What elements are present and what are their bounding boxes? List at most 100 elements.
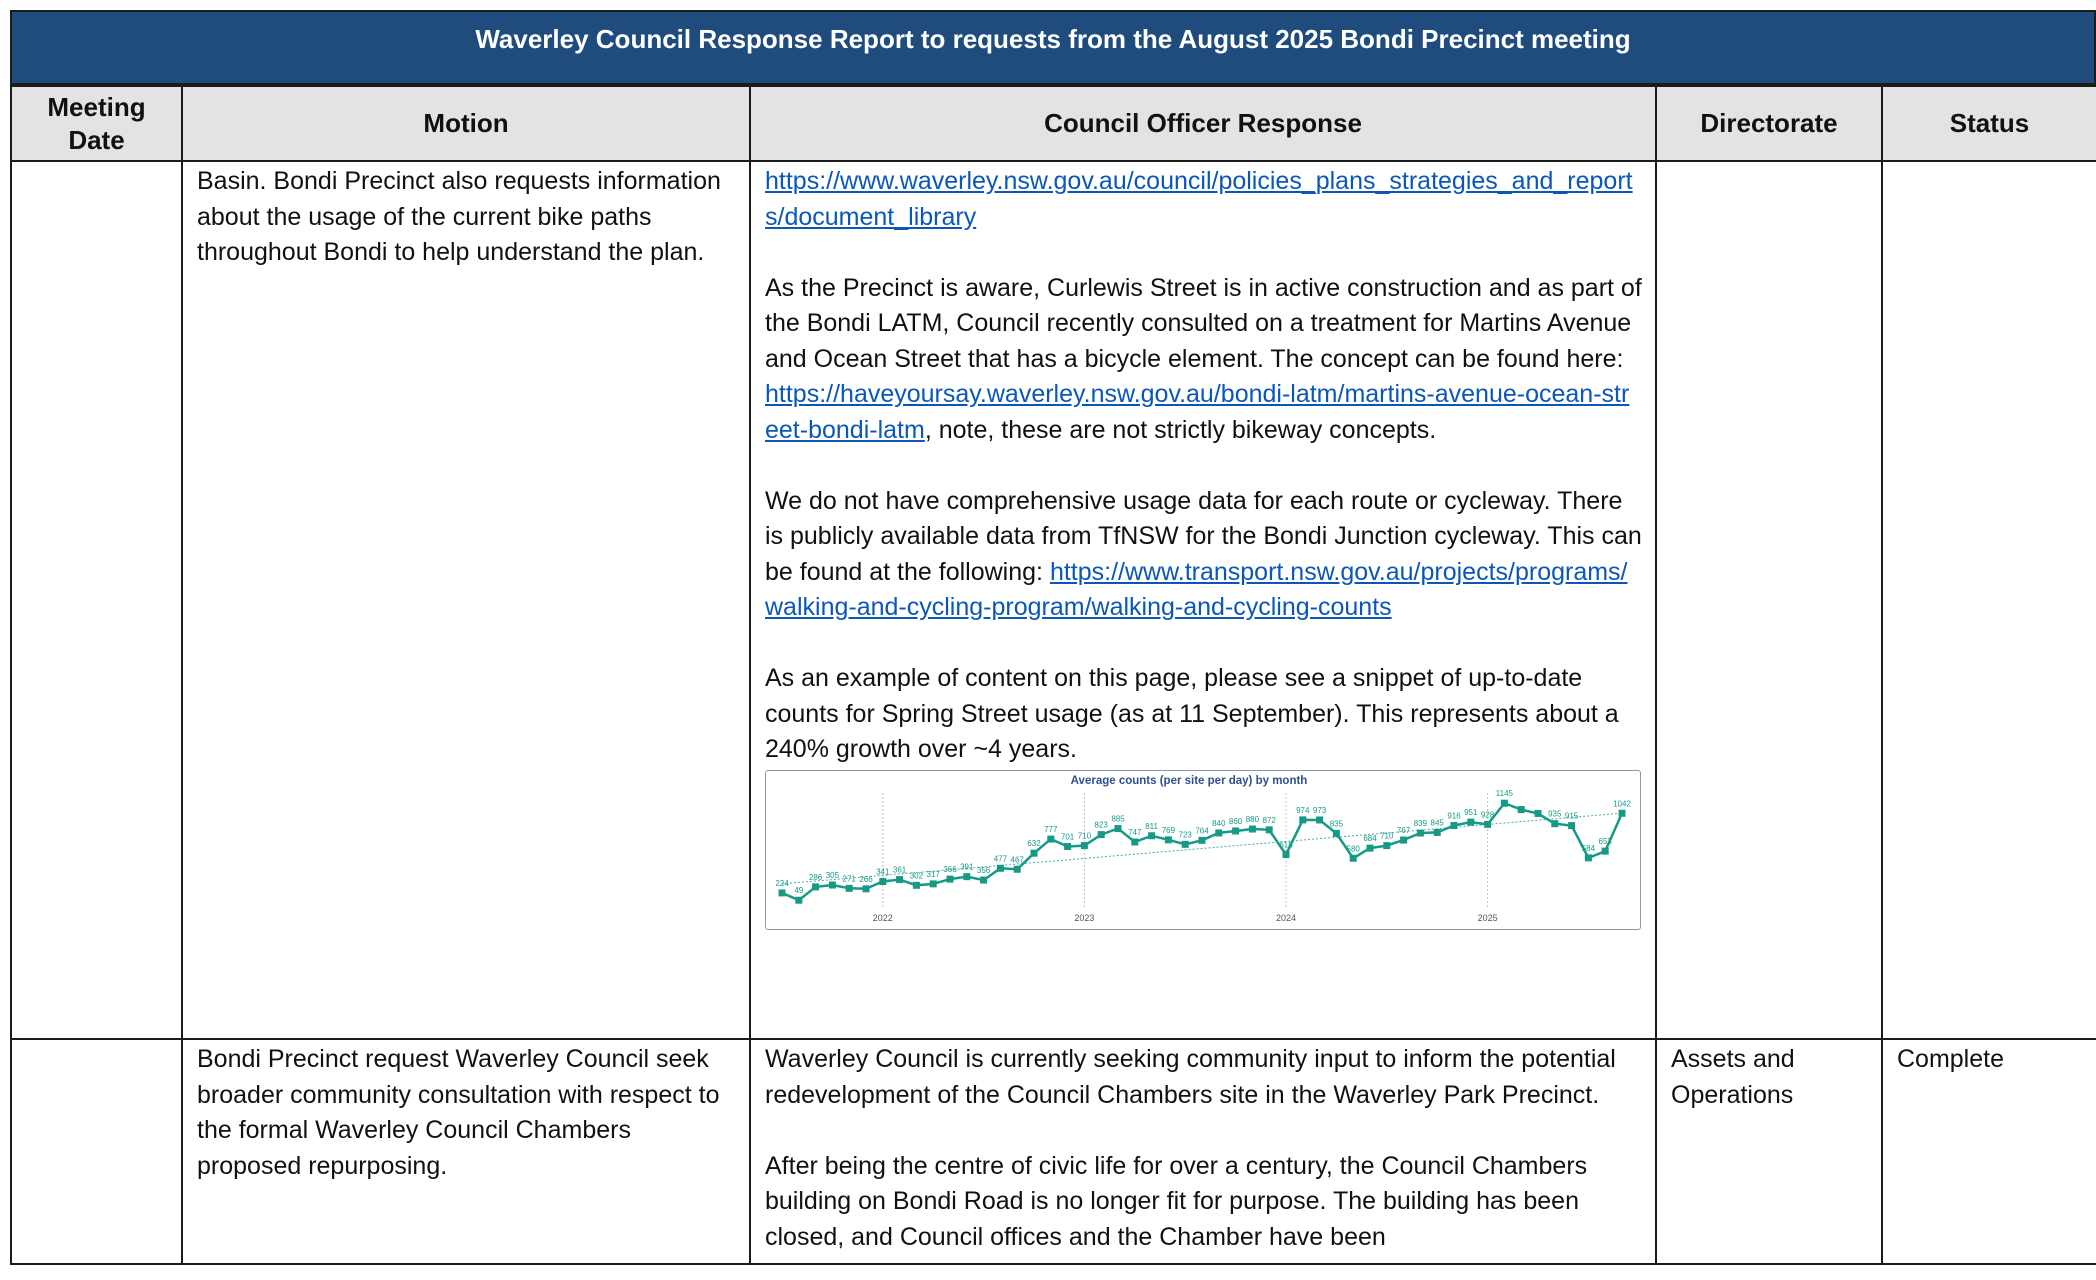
chart-data-label: 618 <box>1279 840 1293 849</box>
table-row: Bondi Precinct request Waverley Council … <box>10 1038 2096 1265</box>
chart-x-tick-label: 2023 <box>1074 913 1094 923</box>
chart-data-label: 302 <box>910 871 924 880</box>
chart-data-point <box>1383 841 1391 849</box>
chart-data-point <box>1064 842 1072 850</box>
chart-data-point <box>1215 828 1223 836</box>
chart-data-label: 974 <box>1296 805 1310 814</box>
meeting-date-cell <box>10 160 183 1040</box>
chart-data-point <box>996 864 1004 872</box>
chart-data-label: 915 <box>1565 811 1579 820</box>
chart-data-point <box>1618 809 1626 817</box>
chart-title: Average counts (per site per day) by mon… <box>1071 775 1308 787</box>
motion-text: Basin. Bondi Precinct also requests info… <box>197 167 721 266</box>
chart-x-tick-label: 2025 <box>1478 913 1498 923</box>
council-officer-response-cell: Waverley Council is currently seeking co… <box>749 1038 1657 1265</box>
chart-data-label: 653 <box>1599 837 1613 846</box>
chart-data-label: 224 <box>775 878 789 887</box>
chart-data-label: 777 <box>1044 825 1058 834</box>
motion-cell: Basin. Bondi Precinct also requests info… <box>181 160 751 1040</box>
chart-data-point <box>1299 815 1307 823</box>
chart-data-point <box>896 875 904 883</box>
chart-data-point <box>812 882 820 890</box>
chart-data-label: 823 <box>1095 820 1109 829</box>
chart-data-label: 811 <box>1145 821 1158 830</box>
chart-data-point <box>946 875 954 883</box>
document-library-link[interactable]: https://www.waverley.nsw.gov.au/council/… <box>765 167 1633 231</box>
chart-data-point <box>1248 825 1256 833</box>
report-title: Waverley Council Response Report to requ… <box>475 24 1631 54</box>
chart-data-label: 839 <box>1414 819 1428 828</box>
chart-data-point <box>1450 821 1458 829</box>
chart-data-point <box>1013 865 1021 873</box>
response-paragraph-tail: , note, these are not strictly bikeway c… <box>924 415 1437 444</box>
chart-data-point <box>1349 854 1357 862</box>
chart-data-point <box>1568 821 1576 829</box>
chart-data-label: 317 <box>927 869 941 878</box>
chart-data-point <box>828 881 836 889</box>
column-header-meeting-date: Meeting Date <box>10 85 183 162</box>
chart-data-label: 973 <box>1313 805 1327 814</box>
chart-data-label: 305 <box>826 871 840 880</box>
chart-data-point <box>1416 829 1424 837</box>
chart-data-point <box>1148 831 1156 839</box>
chart-data-point <box>1500 799 1508 807</box>
chart-data-point <box>845 884 853 892</box>
chart-data-point <box>929 879 937 887</box>
report-title-banner: Waverley Council Response Report to requ… <box>10 10 2096 85</box>
chart-data-point <box>1114 824 1122 832</box>
chart-data-label: 286 <box>809 872 823 881</box>
chart-data-point <box>1030 849 1038 857</box>
response-paragraph: As an example of content on this page, p… <box>765 664 1619 763</box>
chart-data-label: 391 <box>960 862 974 871</box>
column-header-status: Status <box>1881 85 2096 162</box>
chart-data-label: 701 <box>1061 832 1075 841</box>
chart-data-point <box>1551 819 1559 827</box>
chart-data-label: 935 <box>1548 809 1562 818</box>
table-header-row: Meeting Date Motion Council Officer Resp… <box>10 85 2096 162</box>
cycling-counts-chart-svg: Average counts (per site per day) by mon… <box>775 775 1631 923</box>
chart-data-label: 366 <box>943 865 957 874</box>
chart-data-label: 860 <box>1229 816 1243 825</box>
directorate-cell: Assets and Operations <box>1655 1038 1883 1265</box>
motion-cell: Bondi Precinct request Waverley Council … <box>181 1038 751 1265</box>
motion-text: Bondi Precinct request Waverley Council … <box>197 1045 720 1180</box>
chart-data-point <box>1265 825 1273 833</box>
chart-data-point <box>980 876 988 884</box>
chart-data-label: 49 <box>794 886 803 895</box>
chart-data-label: 584 <box>1582 843 1596 852</box>
council-officer-response-cell: https://www.waverley.nsw.gov.au/council/… <box>749 160 1657 1040</box>
column-header-directorate: Directorate <box>1655 85 1883 162</box>
chart-data-label: 767 <box>1397 826 1411 835</box>
chart-data-label: 723 <box>1179 830 1193 839</box>
chart-data-label: 710 <box>1078 831 1092 840</box>
chart-data-point <box>1232 826 1240 834</box>
response-table: Meeting Date Motion Council Officer Resp… <box>10 85 2096 1265</box>
chart-data-label: 266 <box>859 874 873 883</box>
chart-data-label: 467 <box>1011 855 1025 864</box>
chart-data-label: 840 <box>1212 818 1226 827</box>
chart-series-line <box>781 801 1624 902</box>
chart-data-point <box>1047 835 1055 843</box>
chart-data-point <box>1400 836 1408 844</box>
chart-data-label: 769 <box>1162 825 1176 834</box>
chart-data-label: 885 <box>1111 814 1125 823</box>
chart-data-label: 835 <box>1330 819 1344 828</box>
chart-data-label: 1042 <box>1613 799 1631 808</box>
chart-data-point <box>1080 841 1088 849</box>
chart-data-label: 764 <box>1195 826 1209 835</box>
chart-data-label: 356 <box>977 866 991 875</box>
chart-data-point <box>1601 847 1609 855</box>
directorate-cell <box>1655 160 1883 1040</box>
response-paragraph: As the Precinct is aware, Curlewis Stree… <box>765 273 1642 373</box>
chart-data-label: 872 <box>1263 815 1277 824</box>
chart-data-point <box>1131 837 1139 845</box>
response-paragraph: After being the centre of civic life for… <box>765 1151 1588 1251</box>
chart-data-point <box>1198 836 1206 844</box>
chart-data-point <box>1433 828 1441 836</box>
chart-data-label: 477 <box>994 854 1008 863</box>
chart-data-label: 710 <box>1380 831 1394 840</box>
chart-data-label: 951 <box>1464 808 1478 817</box>
chart-data-point <box>1366 844 1374 852</box>
chart-trendline <box>781 812 1623 884</box>
meeting-date-cell <box>10 1038 183 1265</box>
